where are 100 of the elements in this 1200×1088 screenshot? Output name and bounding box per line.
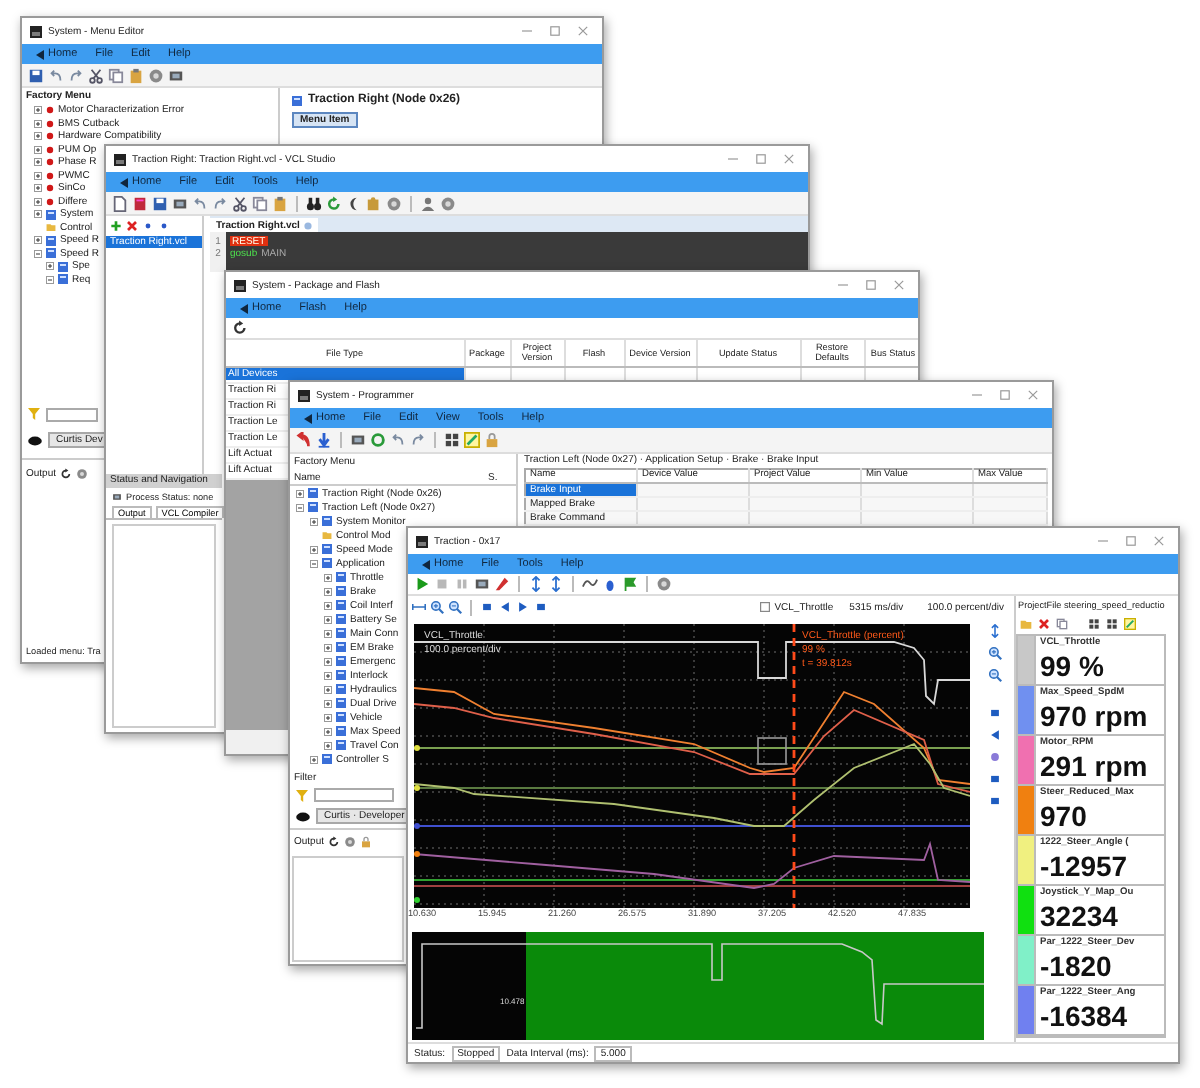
refresh-icon[interactable]: [232, 320, 248, 336]
add-icon[interactable]: [110, 220, 122, 232]
expand-icon[interactable]: [296, 489, 304, 497]
redo-icon[interactable]: [212, 195, 228, 211]
expand-icon[interactable]: [324, 587, 332, 595]
expand-icon[interactable]: [310, 517, 318, 525]
gear-icon[interactable]: [440, 195, 456, 211]
zoom-out-icon[interactable]: [987, 668, 1001, 682]
delete-icon[interactable]: [1038, 618, 1050, 630]
square-marker-icon[interactable]: [987, 794, 1001, 808]
square-marker-icon[interactable]: [987, 706, 1001, 720]
expand-icon[interactable]: [34, 236, 42, 245]
expand-icon[interactable]: [310, 545, 318, 553]
right-marker-icon[interactable]: [516, 600, 530, 614]
clipboard-icon[interactable]: [128, 67, 144, 83]
expand-icon[interactable]: [324, 741, 332, 749]
grid-icon[interactable]: [1088, 618, 1100, 630]
undo-icon[interactable]: [48, 67, 64, 83]
flag-icon[interactable]: [622, 576, 638, 592]
expand-icon[interactable]: [324, 699, 332, 707]
expand-icon[interactable]: [324, 657, 332, 665]
expand-icon[interactable]: [34, 171, 42, 180]
download-icon[interactable]: [316, 432, 332, 448]
round-marker-icon[interactable]: [987, 750, 1001, 764]
expand-icon[interactable]: [324, 685, 332, 693]
copy-icon[interactable]: [252, 195, 268, 211]
zoom-fit-icon[interactable]: [412, 600, 426, 614]
expand-icon[interactable]: [34, 119, 42, 128]
gear-icon[interactable]: [656, 576, 672, 592]
clipboard-icon[interactable]: [272, 195, 288, 211]
redo-icon[interactable]: [68, 67, 84, 83]
expand-icon[interactable]: [34, 210, 42, 219]
expand-icon[interactable]: [324, 727, 332, 735]
checkbox[interactable]: [760, 602, 771, 612]
collapse-icon[interactable]: [46, 275, 54, 284]
chip-icon[interactable]: [350, 432, 366, 448]
lock-icon[interactable]: [484, 432, 500, 448]
square-marker-icon[interactable]: [987, 772, 1001, 786]
redo-icon[interactable]: [410, 432, 426, 448]
wave-icon[interactable]: [582, 576, 598, 592]
expand-icon[interactable]: [324, 601, 332, 609]
scissors-icon[interactable]: [88, 67, 104, 83]
book-icon[interactable]: [132, 195, 148, 211]
circle-icon[interactable]: [370, 432, 386, 448]
gear-icon[interactable]: [148, 67, 164, 83]
expand-icon[interactable]: [34, 184, 42, 193]
collapse-icon[interactable]: [310, 559, 318, 567]
expand-icon[interactable]: [310, 755, 318, 763]
person-icon[interactable]: [420, 195, 436, 211]
fault-dot-icon: [46, 106, 54, 115]
left-marker-icon[interactable]: [498, 600, 512, 614]
expand-icon[interactable]: [34, 145, 42, 154]
expand-icon[interactable]: [324, 643, 332, 651]
collapse-icon[interactable]: [296, 503, 304, 511]
cursor-line[interactable]: [792, 624, 796, 908]
gear-icon[interactable]: [386, 195, 402, 211]
fit-height-icon[interactable]: [548, 576, 564, 592]
chip-icon[interactable]: [168, 67, 184, 83]
fit-height-icon[interactable]: [987, 624, 1001, 638]
crescent-icon[interactable]: [346, 195, 362, 211]
expand-icon[interactable]: [34, 197, 42, 206]
delete-icon[interactable]: [126, 220, 138, 232]
expand-icon[interactable]: [324, 615, 332, 623]
chip-icon[interactable]: [474, 576, 490, 592]
chip-icon[interactable]: [172, 195, 188, 211]
zoom-in-icon[interactable]: [430, 600, 444, 614]
refresh-icon[interactable]: [60, 468, 73, 480]
dot-icon[interactable]: [158, 220, 170, 232]
expand-icon[interactable]: [324, 671, 332, 679]
filter-field[interactable]: [46, 407, 98, 421]
fit-height-icon[interactable]: [528, 576, 544, 592]
square-marker-icon[interactable]: [534, 600, 548, 614]
grid-icon[interactable]: [444, 432, 460, 448]
save-icon[interactable]: [28, 67, 44, 83]
grid-icon[interactable]: [1106, 618, 1118, 630]
expand-icon[interactable]: [324, 629, 332, 637]
filter-field[interactable]: [314, 788, 394, 802]
left-marker-icon[interactable]: [987, 728, 1001, 742]
expand-icon[interactable]: [324, 713, 332, 721]
save-icon[interactable]: [152, 195, 168, 211]
dot-icon[interactable]: [142, 220, 154, 232]
square-marker-icon[interactable]: [480, 600, 494, 614]
back-arrow-icon: [120, 177, 128, 187]
undo-icon[interactable]: [192, 195, 208, 211]
expand-icon[interactable]: [34, 132, 42, 141]
scissors-icon[interactable]: [232, 195, 248, 211]
expand-icon[interactable]: [34, 158, 42, 167]
pencil-icon[interactable]: [1124, 618, 1136, 630]
zoom-in-icon[interactable]: [987, 646, 1001, 660]
copy-icon[interactable]: [1056, 618, 1068, 630]
copy-icon[interactable]: [108, 67, 124, 83]
upload-icon[interactable]: [296, 432, 312, 448]
undo-icon[interactable]: [390, 432, 406, 448]
binoculars-icon[interactable]: [306, 195, 322, 211]
expand-icon[interactable]: [34, 106, 42, 115]
expand-icon[interactable]: [46, 262, 54, 271]
expand-icon[interactable]: [324, 573, 332, 581]
collapse-icon[interactable]: [34, 249, 42, 258]
zoom-out-icon[interactable]: [448, 600, 462, 614]
refresh-icon[interactable]: [328, 836, 341, 848]
